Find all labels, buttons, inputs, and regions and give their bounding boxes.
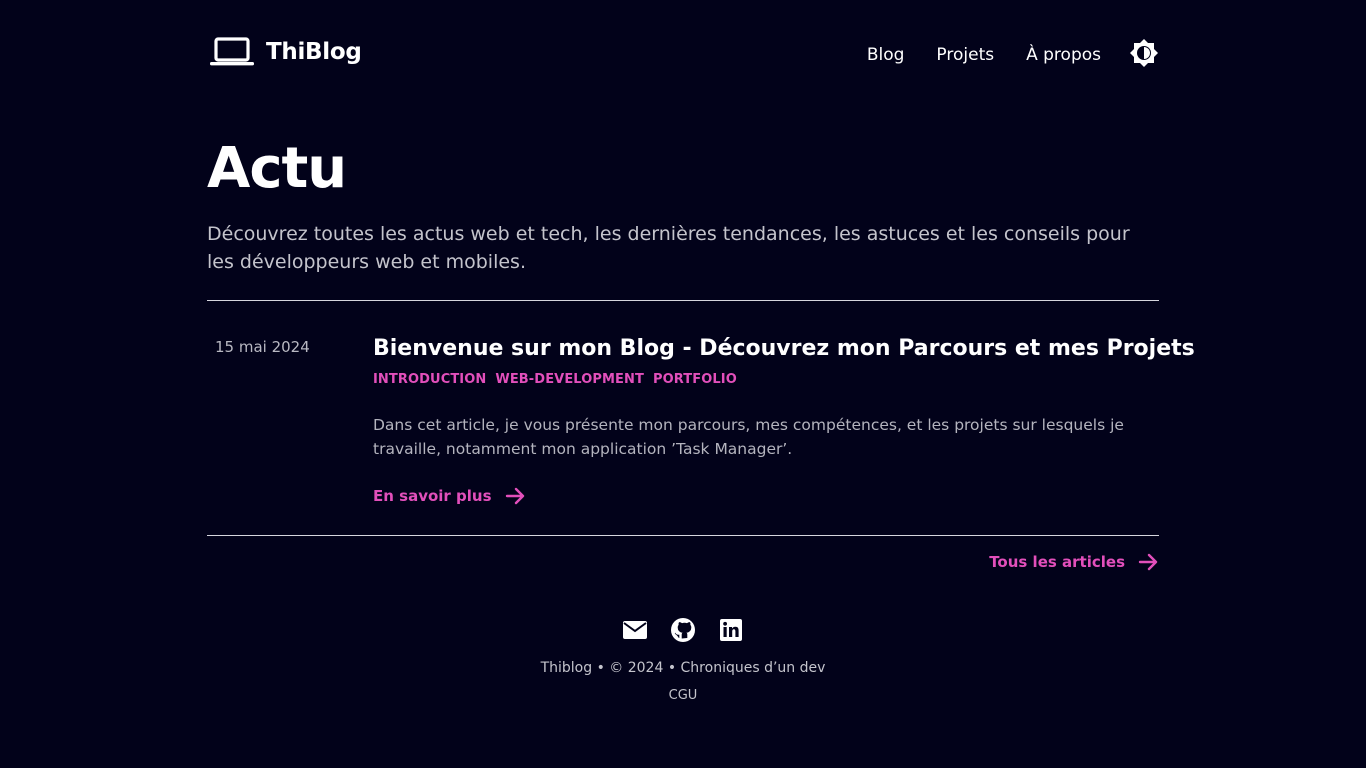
post-title-link[interactable]: Bienvenue sur mon Blog - Découvrez mon P…: [373, 336, 1195, 361]
divider-top: [207, 300, 1159, 301]
read-more-link[interactable]: En savoir plus: [373, 485, 526, 507]
read-more-label: En savoir plus: [373, 487, 492, 505]
linkedin-link[interactable]: [718, 617, 744, 647]
cgu-link[interactable]: CGU: [669, 688, 698, 703]
brightness-icon: [1129, 38, 1159, 72]
divider-bottom: [207, 535, 1159, 536]
all-articles-link[interactable]: Tous les articles: [989, 551, 1159, 573]
github-icon: [670, 618, 696, 647]
post-summary: Dans cet article, je vous présente mon p…: [373, 416, 1124, 458]
page-title: Actu: [207, 136, 347, 201]
theme-toggle-button[interactable]: [1129, 38, 1159, 72]
all-articles-label: Tous les articles: [989, 553, 1125, 571]
footer-cgu: CGU: [207, 688, 1159, 703]
page: ThiBlog Blog Projets À propos Actu Décou…: [207, 0, 1195, 768]
github-link[interactable]: [670, 617, 696, 647]
brand-name: ThiBlog: [266, 39, 362, 65]
tag-web-development[interactable]: WEB-DEVELOPMENT: [495, 372, 644, 387]
nav-projets[interactable]: Projets: [936, 45, 994, 65]
nav-blog[interactable]: Blog: [867, 45, 905, 65]
site-header: ThiBlog Blog Projets À propos: [207, 36, 1159, 76]
main-nav: Blog Projets À propos: [867, 36, 1159, 74]
arrow-right-icon: [492, 485, 526, 507]
brand-link[interactable]: ThiBlog: [210, 36, 362, 68]
mail-icon: [622, 621, 648, 647]
page-description: Découvrez toutes les actus web et tech, …: [207, 223, 1130, 273]
post-date: 15 mai 2024: [215, 338, 310, 356]
tag-introduction[interactable]: INTRODUCTION: [373, 372, 486, 387]
post-tags: INTRODUCTION WEB-DEVELOPMENT PORTFOLIO: [373, 372, 746, 387]
nav-a-propos[interactable]: À propos: [1026, 45, 1101, 65]
tag-portfolio[interactable]: PORTFOLIO: [653, 372, 737, 387]
mail-link[interactable]: [622, 617, 648, 647]
arrow-right-icon: [1125, 551, 1159, 573]
laptop-icon: [210, 36, 254, 68]
social-links: [207, 617, 1159, 647]
footer-copyright: Thiblog • © 2024 • Chroniques d’un dev: [540, 660, 826, 676]
linkedin-icon: [718, 619, 744, 647]
